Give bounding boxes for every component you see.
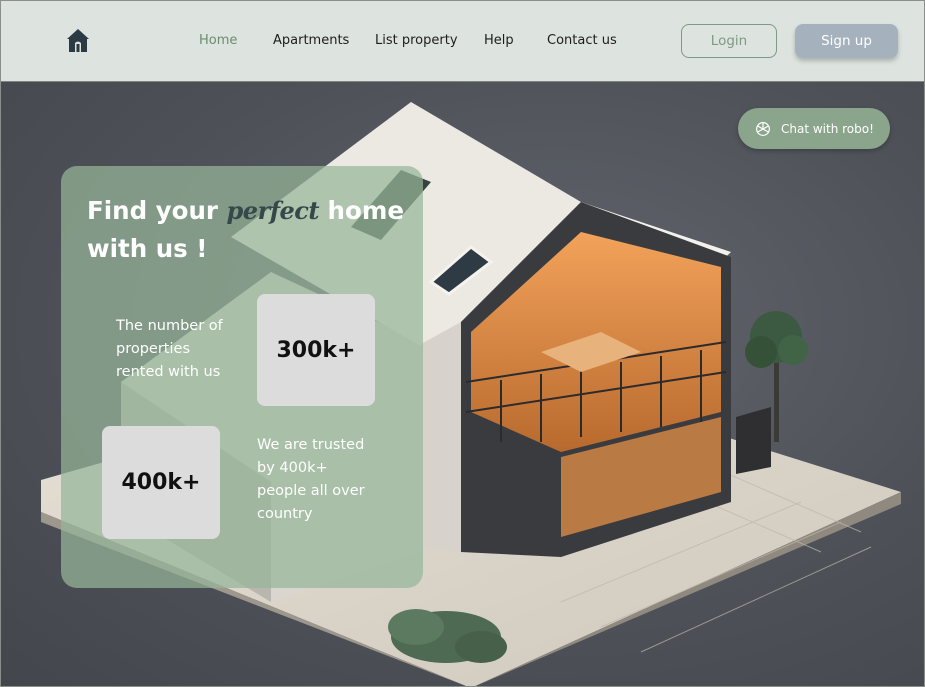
hero-info-card: Find your perfect home with us ! The num… bbox=[61, 166, 423, 588]
top-navbar: Home Apartments List property Help Conta… bbox=[1, 1, 924, 82]
house-icon[interactable] bbox=[65, 27, 91, 53]
stat-properties-line: rented with us bbox=[116, 364, 221, 380]
chat-button-label: Chat with robo! bbox=[781, 121, 874, 136]
stat-trust-line: people all over bbox=[257, 483, 365, 499]
stat-properties-line: The number of bbox=[116, 318, 223, 334]
nav-contact-link[interactable]: Contact us bbox=[547, 33, 617, 48]
nav-apartments-link[interactable]: Apartments bbox=[273, 33, 349, 48]
hero-headline: Find your perfect home with us ! bbox=[87, 192, 417, 268]
stat-trust-line: We are trusted bbox=[257, 437, 365, 453]
login-button[interactable]: Login bbox=[681, 24, 777, 58]
nav-home-link[interactable]: Home bbox=[199, 33, 237, 48]
hero-section: Chat with robo! Find your perfect home w… bbox=[1, 82, 924, 686]
stat-properties-text: The number of properties rented with us bbox=[116, 315, 223, 384]
stat-properties-value: 300k+ bbox=[257, 294, 375, 406]
stat-trust-line: by 400k+ bbox=[257, 460, 328, 476]
stat-properties-line: properties bbox=[116, 341, 190, 357]
chat-with-robo-button[interactable]: Chat with robo! bbox=[738, 108, 890, 149]
stat-trust-text: We are trusted by 400k+ people all over … bbox=[257, 434, 365, 526]
nav-help-link[interactable]: Help bbox=[484, 33, 514, 48]
headline-accent-word: perfect bbox=[226, 196, 320, 225]
signup-button[interactable]: Sign up bbox=[795, 24, 898, 58]
headline-lead: Find your bbox=[87, 196, 218, 225]
nav-list-property-link[interactable]: List property bbox=[375, 33, 458, 48]
headline-line2: with us ! bbox=[87, 234, 208, 263]
stat-trust-line: country bbox=[257, 506, 313, 522]
headline-tail: home bbox=[319, 196, 404, 225]
openai-knot-icon bbox=[756, 121, 770, 136]
page: Home Apartments List property Help Conta… bbox=[0, 0, 925, 687]
stat-trust-value: 400k+ bbox=[102, 426, 220, 539]
